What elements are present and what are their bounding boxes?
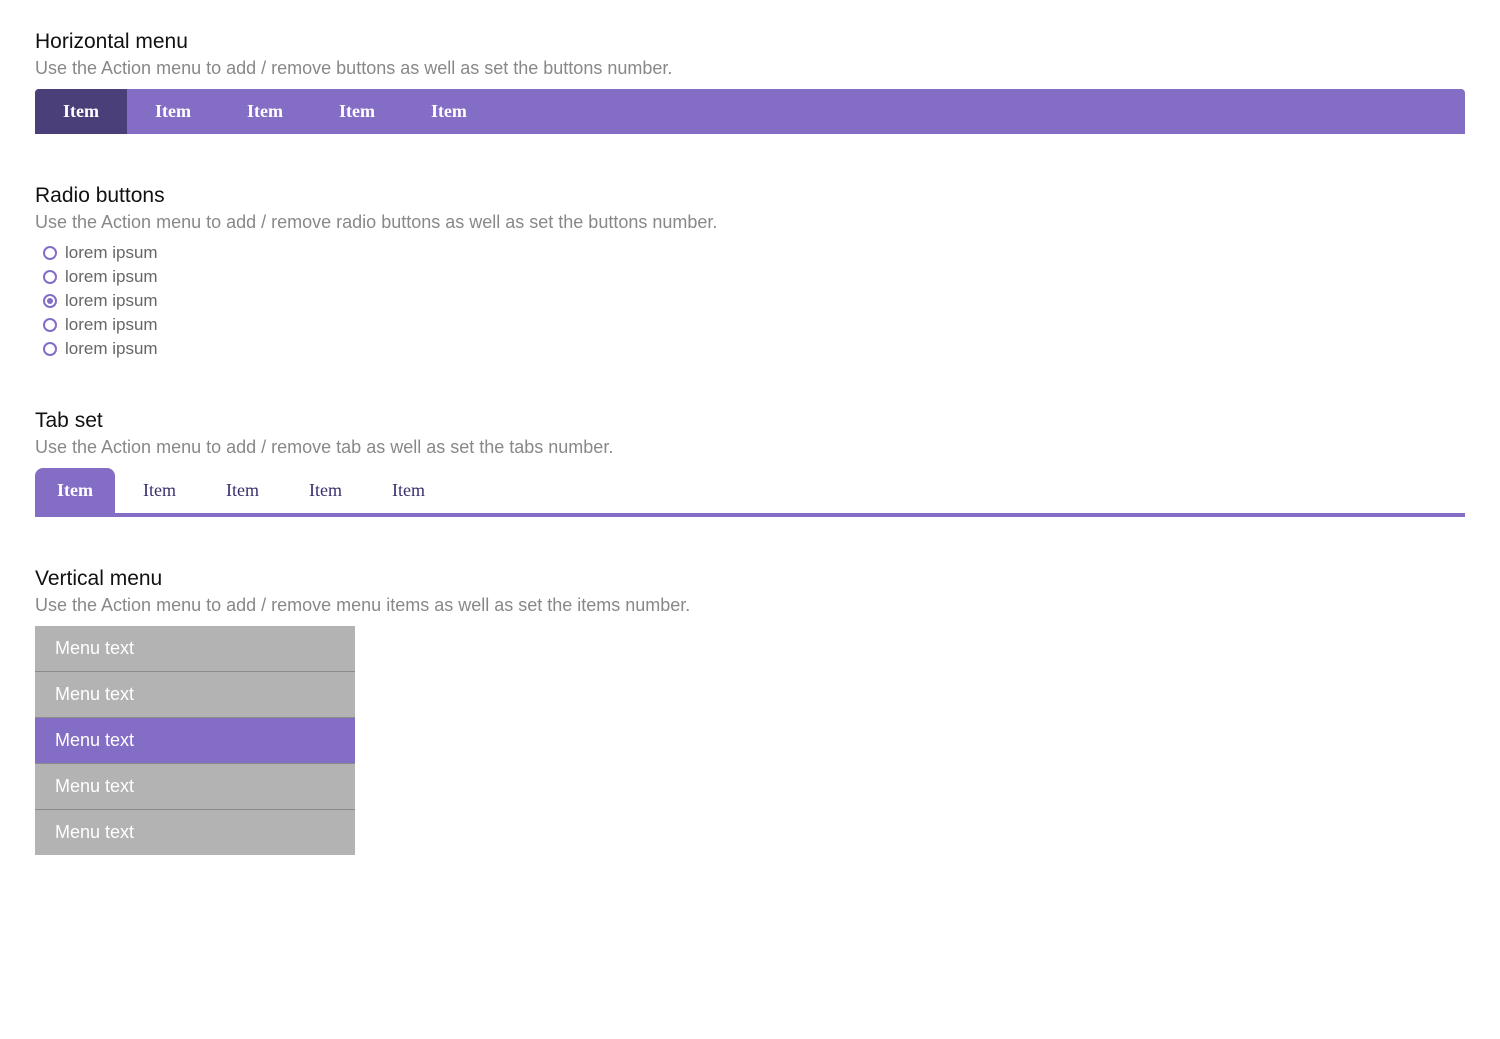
radio-item[interactable]: lorem ipsum <box>43 315 1465 335</box>
horizontal-menu-desc: Use the Action menu to add / remove butt… <box>35 58 1465 79</box>
hmenu-item[interactable]: Item <box>403 89 495 134</box>
radio-label: lorem ipsum <box>65 315 158 335</box>
radio-label: lorem ipsum <box>65 267 158 287</box>
radio-label: lorem ipsum <box>65 291 158 311</box>
radio-buttons-desc: Use the Action menu to add / remove radi… <box>35 212 1465 233</box>
hmenu-item[interactable]: Item <box>127 89 219 134</box>
radio-label: lorem ipsum <box>65 339 158 359</box>
vmenu-item[interactable]: Menu text <box>35 764 355 810</box>
vmenu-item[interactable]: Menu text <box>35 810 355 855</box>
vertical-menu: Menu text Menu text Menu text Menu text … <box>35 626 355 855</box>
radio-item[interactable]: lorem ipsum <box>43 267 1465 287</box>
tab-set-title: Tab set <box>35 409 1465 433</box>
radio-icon <box>43 294 57 308</box>
horizontal-menu-section: Horizontal menu Use the Action menu to a… <box>35 30 1465 134</box>
tab-item[interactable]: Item <box>35 468 115 513</box>
horizontal-menu-title: Horizontal menu <box>35 30 1465 54</box>
tab-item[interactable]: Item <box>287 468 364 513</box>
vmenu-item[interactable]: Menu text <box>35 718 355 764</box>
radio-icon <box>43 318 57 332</box>
vertical-menu-title: Vertical menu <box>35 567 1465 591</box>
radio-icon <box>43 342 57 356</box>
tab-set: Item Item Item Item Item <box>35 468 1465 517</box>
radio-item[interactable]: lorem ipsum <box>43 291 1465 311</box>
radio-item[interactable]: lorem ipsum <box>43 243 1465 263</box>
radio-icon <box>43 270 57 284</box>
tab-item[interactable]: Item <box>204 468 281 513</box>
tab-set-desc: Use the Action menu to add / remove tab … <box>35 437 1465 458</box>
radio-buttons-section: Radio buttons Use the Action menu to add… <box>35 184 1465 359</box>
radio-icon <box>43 246 57 260</box>
hmenu-item[interactable]: Item <box>219 89 311 134</box>
radio-item[interactable]: lorem ipsum <box>43 339 1465 359</box>
vertical-menu-desc: Use the Action menu to add / remove menu… <box>35 595 1465 616</box>
tab-item[interactable]: Item <box>370 468 447 513</box>
tab-set-section: Tab set Use the Action menu to add / rem… <box>35 409 1465 517</box>
hmenu-item[interactable]: Item <box>35 89 127 134</box>
vmenu-item[interactable]: Menu text <box>35 626 355 672</box>
radio-group: lorem ipsum lorem ipsum lorem ipsum lore… <box>35 243 1465 359</box>
vertical-menu-section: Vertical menu Use the Action menu to add… <box>35 567 1465 855</box>
vmenu-item[interactable]: Menu text <box>35 672 355 718</box>
tab-item[interactable]: Item <box>121 468 198 513</box>
hmenu-item[interactable]: Item <box>311 89 403 134</box>
radio-label: lorem ipsum <box>65 243 158 263</box>
radio-buttons-title: Radio buttons <box>35 184 1465 208</box>
horizontal-menu: Item Item Item Item Item <box>35 89 1465 134</box>
